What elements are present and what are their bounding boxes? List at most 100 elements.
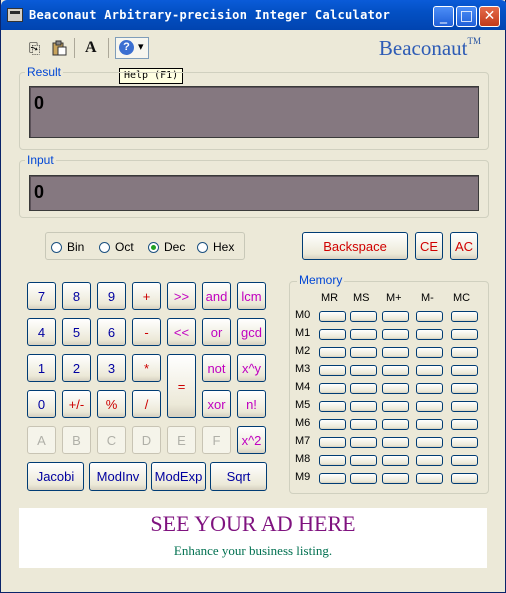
equals-button[interactable]: = <box>167 354 196 418</box>
key-3[interactable]: 3 <box>97 354 126 382</box>
memory-button-mr-m1[interactable] <box>319 329 346 340</box>
radio-dot[interactable] <box>51 242 62 253</box>
radio-dot[interactable] <box>197 242 208 253</box>
maximize-button[interactable]: □ <box>456 6 477 27</box>
memory-button-ms-m7[interactable] <box>350 437 377 448</box>
memory-button-mr-m8[interactable] <box>319 455 346 466</box>
memory-button-mminus-m1[interactable] <box>416 329 443 340</box>
copy-icon[interactable]: ⎘ <box>29 38 40 58</box>
multiply-button[interactable]: * <box>132 354 161 382</box>
memory-button-mminus-m2[interactable] <box>416 347 443 358</box>
memory-button-mr-m2[interactable] <box>319 347 346 358</box>
memory-button-mminus-m6[interactable] <box>416 419 443 430</box>
modinv-button[interactable]: ModInv <box>89 462 147 491</box>
key-7[interactable]: 7 <box>27 282 56 310</box>
memory-button-mminus-m4[interactable] <box>416 383 443 394</box>
memory-button-ms-m6[interactable] <box>350 419 377 430</box>
key-a[interactable]: A <box>27 426 56 454</box>
ad-banner[interactable]: SEE YOUR AD HERE Enhance your business l… <box>19 508 487 568</box>
and-button[interactable]: and <box>202 282 231 310</box>
ce-button[interactable]: CE <box>415 232 443 260</box>
lcm-button[interactable]: lcm <box>237 282 266 310</box>
radio-bin[interactable]: Bin <box>51 240 84 254</box>
radio-hex[interactable]: Hex <box>197 240 234 254</box>
key-d[interactable]: D <box>132 426 161 454</box>
memory-button-mplus-m5[interactable] <box>382 401 409 412</box>
shift-right-button[interactable]: >> <box>167 282 196 310</box>
key-8[interactable]: 8 <box>62 282 91 310</box>
xor-button[interactable]: xor <box>202 390 231 418</box>
sign-button[interactable]: +/- <box>62 390 91 418</box>
memory-button-mc-m7[interactable] <box>451 437 478 448</box>
memory-button-ms-m0[interactable] <box>350 311 377 322</box>
memory-button-mr-m6[interactable] <box>319 419 346 430</box>
gcd-button[interactable]: gcd <box>237 318 266 346</box>
font-icon[interactable]: A <box>85 38 97 58</box>
help-button[interactable]: ? ▾ <box>115 37 149 59</box>
memory-button-mc-m4[interactable] <box>451 383 478 394</box>
memory-button-mc-m3[interactable] <box>451 365 478 376</box>
or-button[interactable]: or <box>202 318 231 346</box>
paste-icon[interactable] <box>51 38 67 58</box>
memory-button-mr-m4[interactable] <box>319 383 346 394</box>
memory-button-mplus-m9[interactable] <box>382 473 409 484</box>
key-6[interactable]: 6 <box>97 318 126 346</box>
memory-button-mplus-m4[interactable] <box>382 383 409 394</box>
memory-button-mr-m7[interactable] <box>319 437 346 448</box>
memory-button-mplus-m1[interactable] <box>382 329 409 340</box>
ac-button[interactable]: AC <box>450 232 478 260</box>
memory-button-mplus-m0[interactable] <box>382 311 409 322</box>
memory-button-mc-m6[interactable] <box>451 419 478 430</box>
square-button[interactable]: x^2 <box>237 426 266 454</box>
memory-button-ms-m2[interactable] <box>350 347 377 358</box>
memory-button-mc-m9[interactable] <box>451 473 478 484</box>
memory-button-mminus-m0[interactable] <box>416 311 443 322</box>
key-4[interactable]: 4 <box>27 318 56 346</box>
key-1[interactable]: 1 <box>27 354 56 382</box>
memory-button-mr-m0[interactable] <box>319 311 346 322</box>
not-button[interactable]: not <box>202 354 231 382</box>
memory-button-mc-m0[interactable] <box>451 311 478 322</box>
close-button[interactable]: ✕ <box>479 6 500 27</box>
key-c[interactable]: C <box>97 426 126 454</box>
key-5[interactable]: 5 <box>62 318 91 346</box>
memory-button-mminus-m8[interactable] <box>416 455 443 466</box>
power-button[interactable]: x^y <box>237 354 266 382</box>
memory-button-mminus-m9[interactable] <box>416 473 443 484</box>
backspace-button[interactable]: Backspace <box>302 232 408 260</box>
memory-button-mr-m3[interactable] <box>319 365 346 376</box>
memory-button-mplus-m8[interactable] <box>382 455 409 466</box>
radio-oct[interactable]: Oct <box>99 240 134 254</box>
memory-button-mr-m5[interactable] <box>319 401 346 412</box>
factorial-button[interactable]: n! <box>237 390 266 418</box>
memory-button-ms-m5[interactable] <box>350 401 377 412</box>
divide-button[interactable]: / <box>132 390 161 418</box>
memory-button-mminus-m7[interactable] <box>416 437 443 448</box>
memory-button-mminus-m3[interactable] <box>416 365 443 376</box>
modulo-button[interactable]: % <box>97 390 126 418</box>
modexp-button[interactable]: ModExp <box>151 462 206 491</box>
sqrt-button[interactable]: Sqrt <box>210 462 267 491</box>
radio-dot-selected[interactable] <box>148 242 159 253</box>
memory-button-mminus-m5[interactable] <box>416 401 443 412</box>
key-0[interactable]: 0 <box>27 390 56 418</box>
key-9[interactable]: 9 <box>97 282 126 310</box>
memory-button-ms-m4[interactable] <box>350 383 377 394</box>
memory-button-mc-m2[interactable] <box>451 347 478 358</box>
memory-button-mplus-m2[interactable] <box>382 347 409 358</box>
memory-button-mplus-m6[interactable] <box>382 419 409 430</box>
key-e[interactable]: E <box>167 426 196 454</box>
minimize-button[interactable]: _ <box>433 6 454 27</box>
memory-button-mplus-m7[interactable] <box>382 437 409 448</box>
chevron-down-icon[interactable]: ▾ <box>138 40 144 53</box>
jacobi-button[interactable]: Jacobi <box>27 462 84 491</box>
radio-dot[interactable] <box>99 242 110 253</box>
memory-button-ms-m3[interactable] <box>350 365 377 376</box>
shift-left-button[interactable]: << <box>167 318 196 346</box>
memory-button-mplus-m3[interactable] <box>382 365 409 376</box>
memory-button-mc-m1[interactable] <box>451 329 478 340</box>
add-button[interactable]: + <box>132 282 161 310</box>
input-display[interactable]: 0 <box>29 175 479 211</box>
radio-dec[interactable]: Dec <box>148 240 185 254</box>
subtract-button[interactable]: - <box>132 318 161 346</box>
